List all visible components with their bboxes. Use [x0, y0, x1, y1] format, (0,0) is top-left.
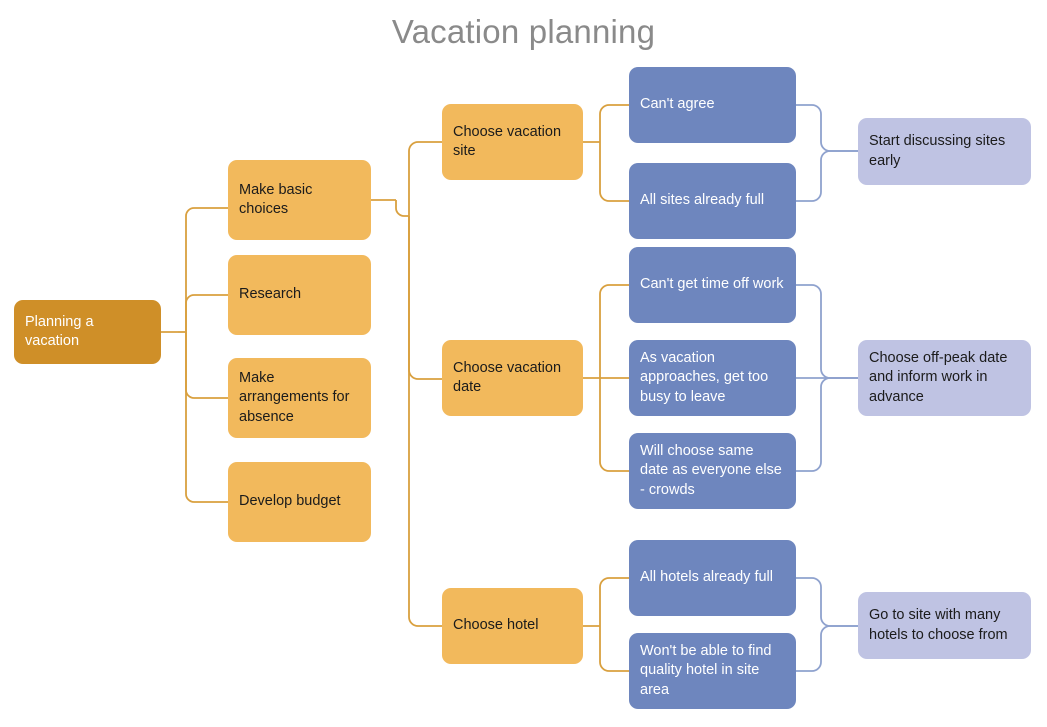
node-choose-vacation-site[interactable]: Choose vacation site — [442, 104, 583, 180]
node-make-arrangements-for-absence-label: Make arrangements for absence — [239, 370, 350, 425]
connector-basic-to-choose-date — [408, 216, 442, 380]
connector-sites-full-to-start-discussing — [796, 150, 858, 202]
connector-basic-to-choose-hotel — [408, 216, 442, 627]
node-choose-vacation-date-label: Choose vacation date — [453, 359, 562, 395]
node-choose-hotel-label: Choose hotel — [453, 617, 539, 634]
connector-site-to-cant-agree — [599, 104, 629, 142]
node-go-to-site-with-many-hotels-label: Go to site with many hotels to choose fr… — [869, 607, 1008, 643]
node-root-label: Planning a vacation — [25, 313, 94, 349]
connector-cant-agree-to-start-discussing — [796, 104, 858, 152]
node-make-arrangements-for-absence[interactable]: Make arrangements for absence — [228, 358, 371, 438]
node-start-discussing-sites-early[interactable]: Start discussing sites early — [858, 118, 1031, 185]
node-choose-off-peak-date[interactable]: Choose off-peak date and inform work in … — [858, 340, 1031, 416]
node-choose-off-peak-date-label: Choose off-peak date and inform work in … — [869, 350, 1008, 405]
connector-basic-hub — [395, 200, 409, 217]
node-research-label: Research — [239, 286, 302, 303]
node-all-sites-already-full[interactable]: All sites already full — [629, 163, 796, 239]
node-make-basic-choices-label: Make basic choices — [239, 181, 313, 217]
connector-hotel-to-quality-hotel — [599, 626, 629, 672]
connector-root-to-develop-budget — [185, 332, 228, 503]
node-research[interactable]: Research — [228, 255, 371, 335]
connector-crowds-to-offpeak — [796, 377, 858, 472]
node-same-date-crowds[interactable]: Will choose same date as everyone else -… — [629, 433, 796, 509]
node-root[interactable]: Planning a vacation — [14, 300, 161, 364]
node-all-hotels-already-full-label: All hotels already full — [640, 569, 773, 586]
connector-root-to-research — [185, 294, 228, 332]
connector-site-to-sites-full — [599, 142, 629, 202]
connector-basic-to-choose-site — [408, 141, 442, 216]
node-cant-get-time-off-work[interactable]: Can't get time off work — [629, 247, 796, 323]
connector-quality-hotel-to-go-to-site — [796, 625, 858, 672]
node-same-date-crowds-label: Will choose same date as everyone else -… — [640, 443, 782, 498]
connector-hotel-to-hotels-full — [599, 577, 629, 626]
node-choose-vacation-site-label: Choose vacation site — [453, 123, 562, 159]
node-quality-hotel-in-site-area-label: Won't be able to find quality hotel in s… — [640, 643, 772, 698]
node-all-sites-already-full-label: All sites already full — [640, 192, 765, 209]
connector-hotels-full-to-go-to-site — [796, 577, 858, 627]
page-title: Vacation planning — [391, 13, 656, 50]
node-too-busy-to-leave-label: As vacation approaches, get too busy to … — [640, 350, 769, 405]
connector-time-off-to-offpeak — [796, 284, 858, 379]
node-cant-agree-label: Can't agree — [640, 96, 715, 113]
node-develop-budget-label: Develop budget — [239, 493, 341, 510]
diagram-canvas: Vacation planning Planning a vacation Ma… — [0, 0, 1047, 727]
connector-date-to-crowds — [599, 378, 629, 472]
node-start-discussing-sites-early-label: Start discussing sites early — [869, 133, 1006, 169]
node-make-basic-choices[interactable]: Make basic choices — [228, 160, 371, 240]
node-all-hotels-already-full[interactable]: All hotels already full — [629, 540, 796, 616]
node-develop-budget[interactable]: Develop budget — [228, 462, 371, 542]
node-cant-agree[interactable]: Can't agree — [629, 67, 796, 143]
connector-root-to-make-basic-choices — [185, 207, 228, 332]
node-cant-get-time-off-work-label: Can't get time off work — [640, 276, 784, 293]
node-go-to-site-with-many-hotels[interactable]: Go to site with many hotels to choose fr… — [858, 592, 1031, 659]
node-too-busy-to-leave[interactable]: As vacation approaches, get too busy to … — [629, 340, 796, 416]
node-choose-hotel[interactable]: Choose hotel — [442, 588, 583, 664]
node-quality-hotel-in-site-area[interactable]: Won't be able to find quality hotel in s… — [629, 633, 796, 709]
node-choose-vacation-date[interactable]: Choose vacation date — [442, 340, 583, 416]
connector-root-to-arrangements — [185, 332, 228, 399]
connector-date-to-time-off — [599, 284, 629, 378]
